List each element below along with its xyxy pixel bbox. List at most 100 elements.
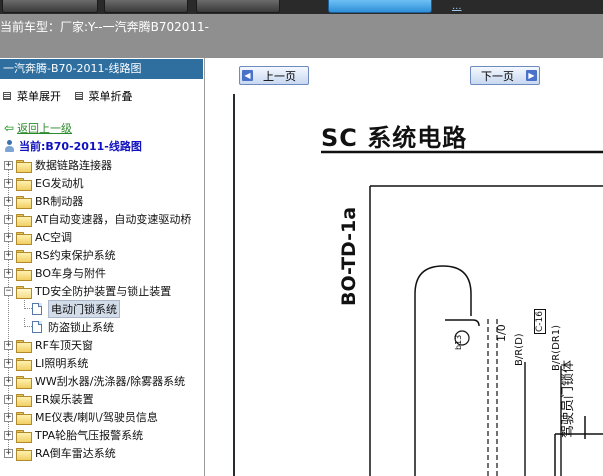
folder-icon (16, 195, 32, 209)
tree-item-rf[interactable]: + RF车顶天窗 (0, 336, 204, 354)
current-vehicle-text: 当前车型：厂家:Y--一汽奔腾B702011- (0, 20, 209, 34)
folder-icon (16, 375, 32, 389)
tree-item-immobilizer[interactable]: 防盗锁止系统 (0, 318, 204, 336)
wire-color-label-brd: B/R(D) (514, 333, 525, 366)
tree-item-td[interactable]: − TD安全防护装置与锁止装置 (0, 282, 204, 300)
expand-icon[interactable]: + (4, 430, 13, 440)
toolbar-button-active[interactable] (328, 0, 432, 13)
tree-item-label-selected[interactable]: 电动门锁系统 (48, 300, 120, 318)
tree-item-label[interactable]: RA倒车雷达系统 (35, 445, 116, 461)
expand-icon[interactable]: + (4, 448, 13, 458)
tree-item-label[interactable]: AC空调 (35, 229, 72, 245)
tree-item-ra[interactable]: + RA倒车雷达系统 (0, 444, 204, 462)
tree-item-label[interactable]: AT自动变速器，自动变速驱动桥 (35, 211, 191, 227)
tree-item-data-link[interactable]: + 数据链路连接器 (0, 156, 204, 174)
toolbar-button-2[interactable] (104, 0, 188, 13)
tree-item-label[interactable]: ME仪表/喇叭/驾驶员信息 (35, 409, 158, 425)
collapse-all-label: 菜单折叠 (88, 90, 133, 103)
expand-icon[interactable]: + (4, 160, 13, 170)
tree-item-label[interactable]: WW刮水器/洗涤器/除雾器系统 (35, 373, 185, 389)
tree-item-label[interactable]: TPA轮胎气压报警系统 (35, 427, 143, 443)
folder-icon (16, 213, 32, 227)
tree-item-rs[interactable]: + RS约束保护系统 (0, 246, 204, 264)
expand-icon[interactable]: + (4, 250, 13, 260)
connector-outline (414, 265, 472, 476)
panel-header: 一汽奔腾-B70-2011-线路图 (0, 59, 203, 79)
folder-icon (16, 177, 32, 191)
expand-icon[interactable]: + (4, 394, 13, 404)
tree-item-label[interactable]: TD安全防护装置与锁止装置 (35, 283, 171, 299)
tree-item-bo[interactable]: + BO车身与附件 (0, 264, 204, 282)
next-page-label: 下一页 (481, 69, 514, 83)
top-toolbar: ... (0, 0, 603, 14)
tree-item-power-door-lock[interactable]: 电动门锁系统 (0, 300, 204, 318)
expand-icon[interactable]: + (4, 376, 13, 386)
tree-item-label[interactable]: BO车身与附件 (35, 265, 106, 281)
tree-item-li[interactable]: + LI照明系统 (0, 354, 204, 372)
back-link[interactable]: 返回上一级 (17, 120, 72, 136)
user-icon (4, 140, 15, 152)
toolbar-link[interactable]: ... (452, 1, 462, 12)
list-icon (3, 92, 11, 100)
tree-item-label[interactable]: 数据链路连接器 (35, 157, 112, 173)
collapse-all-button[interactable]: 菜单折叠 (74, 88, 133, 104)
current-location-label: 当前:B70-2011-线路图 (19, 140, 142, 153)
next-page-button[interactable]: 下一页 ▶ (470, 66, 540, 85)
folder-icon (16, 339, 32, 353)
expand-icon[interactable]: + (4, 268, 13, 278)
expand-icon[interactable]: + (4, 232, 13, 242)
folder-icon (16, 231, 32, 245)
expand-icon[interactable]: + (4, 358, 13, 368)
tree-item-eg[interactable]: + EG发动机 (0, 174, 204, 192)
folder-icon (16, 429, 32, 443)
tree-item-label[interactable]: LI照明系统 (35, 355, 88, 371)
expand-icon[interactable]: + (4, 214, 13, 224)
tree-item-label[interactable]: 防盗锁止系统 (48, 319, 114, 335)
connector-c16-label: C-16 (534, 309, 546, 334)
tree-connector (24, 318, 32, 327)
diagram-code: BO-TD-1a (338, 206, 360, 306)
category-tree: + 数据链路连接器 + EG发动机 + BR制动器 + AT自动变速器，自动变速… (0, 156, 204, 462)
door-lock-component-box (554, 433, 603, 476)
toolbar-button-3[interactable] (196, 0, 280, 13)
arrow-right-icon: ▶ (526, 70, 537, 81)
previous-page-button[interactable]: ◀ 上一页 (239, 66, 309, 85)
folder-icon (16, 357, 32, 371)
tree-item-er[interactable]: + ER娱乐装置 (0, 390, 204, 408)
tree-item-ac[interactable]: + AC空调 (0, 228, 204, 246)
diagram-title: SC 系统电路 (321, 124, 468, 152)
folder-icon (16, 393, 32, 407)
back-row: ⇦ 返回上一级 (4, 121, 72, 135)
tree-connector (24, 300, 32, 309)
expand-icon[interactable]: + (4, 196, 13, 206)
folder-open-icon (16, 285, 32, 299)
tree-item-label[interactable]: BR制动器 (35, 193, 83, 209)
wire-gauge-label: 1/0 (495, 324, 508, 342)
previous-page-label: 上一页 (263, 69, 296, 83)
expand-icon[interactable]: + (4, 178, 13, 188)
folder-icon (16, 267, 32, 281)
tree-item-ww[interactable]: + WW刮水器/洗涤器/除雾器系统 (0, 372, 204, 390)
tree-item-tpa[interactable]: + TPA轮胎气压报警系统 (0, 426, 204, 444)
document-icon (32, 321, 42, 333)
folder-icon (16, 249, 32, 263)
connector-tab (445, 319, 480, 327)
page-navigation: ◀ 上一页 下一页 ▶ (233, 58, 603, 94)
folder-icon (16, 159, 32, 173)
tree-item-at[interactable]: + AT自动变速器，自动变速驱动桥 (0, 210, 204, 228)
connector-b13-label: b13 (454, 334, 463, 350)
expand-icon[interactable]: + (4, 412, 13, 422)
expand-all-button[interactable]: 菜单展开 (3, 88, 61, 104)
expand-all-label: 菜单展开 (17, 90, 61, 103)
tree-item-label[interactable]: RS约束保护系统 (35, 247, 116, 263)
navigation-panel: 一汽奔腾-B70-2011-线路图 菜单展开 菜单折叠 ⇦ 返回上一级 当前:B… (0, 58, 205, 476)
tree-item-label[interactable]: RF车顶天窗 (35, 337, 93, 353)
wiring-diagram-page[interactable]: SC 系统电路 BO-TD-1a b13 1/0 B/R(D) C-16 B/R… (235, 94, 603, 476)
tree-item-br[interactable]: + BR制动器 (0, 192, 204, 210)
tree-item-label[interactable]: EG发动机 (35, 175, 83, 191)
tree-item-me[interactable]: + ME仪表/喇叭/驾驶员信息 (0, 408, 204, 426)
toolbar-button-1[interactable] (2, 0, 98, 13)
collapse-icon[interactable]: − (4, 286, 13, 296)
expand-icon[interactable]: + (4, 340, 13, 350)
tree-item-label[interactable]: ER娱乐装置 (35, 391, 94, 407)
